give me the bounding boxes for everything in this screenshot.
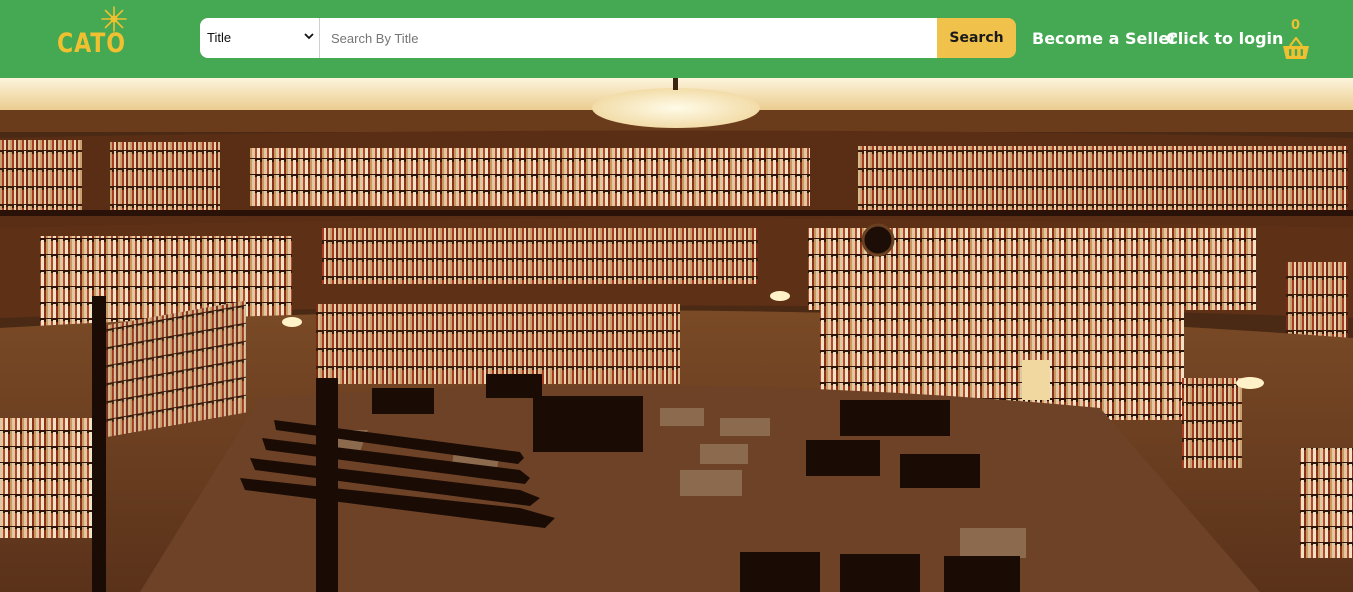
become-seller-link[interactable]: Become a Seller <box>1032 29 1177 48</box>
basket-icon <box>1283 36 1309 59</box>
library-interior-image <box>0 78 1353 592</box>
sparkle-icon <box>101 6 127 32</box>
search-category-select[interactable]: Title <box>200 18 320 58</box>
search-category-value: Title <box>207 30 232 45</box>
cart-button[interactable]: 0 <box>1280 18 1312 64</box>
search-input[interactable] <box>320 18 937 58</box>
login-link[interactable]: Click to login <box>1166 29 1283 48</box>
chevron-down-icon <box>304 33 314 40</box>
top-navbar: CATO Title Search Become a Seller Click … <box>0 0 1353 78</box>
brand-logo[interactable]: CATO <box>57 6 129 59</box>
cart-count: 0 <box>1291 18 1301 33</box>
hero-banner-image <box>0 78 1353 592</box>
search-bar: Title Search <box>200 18 1016 58</box>
search-button[interactable]: Search <box>937 18 1016 58</box>
brand-name: CATO <box>57 28 126 59</box>
